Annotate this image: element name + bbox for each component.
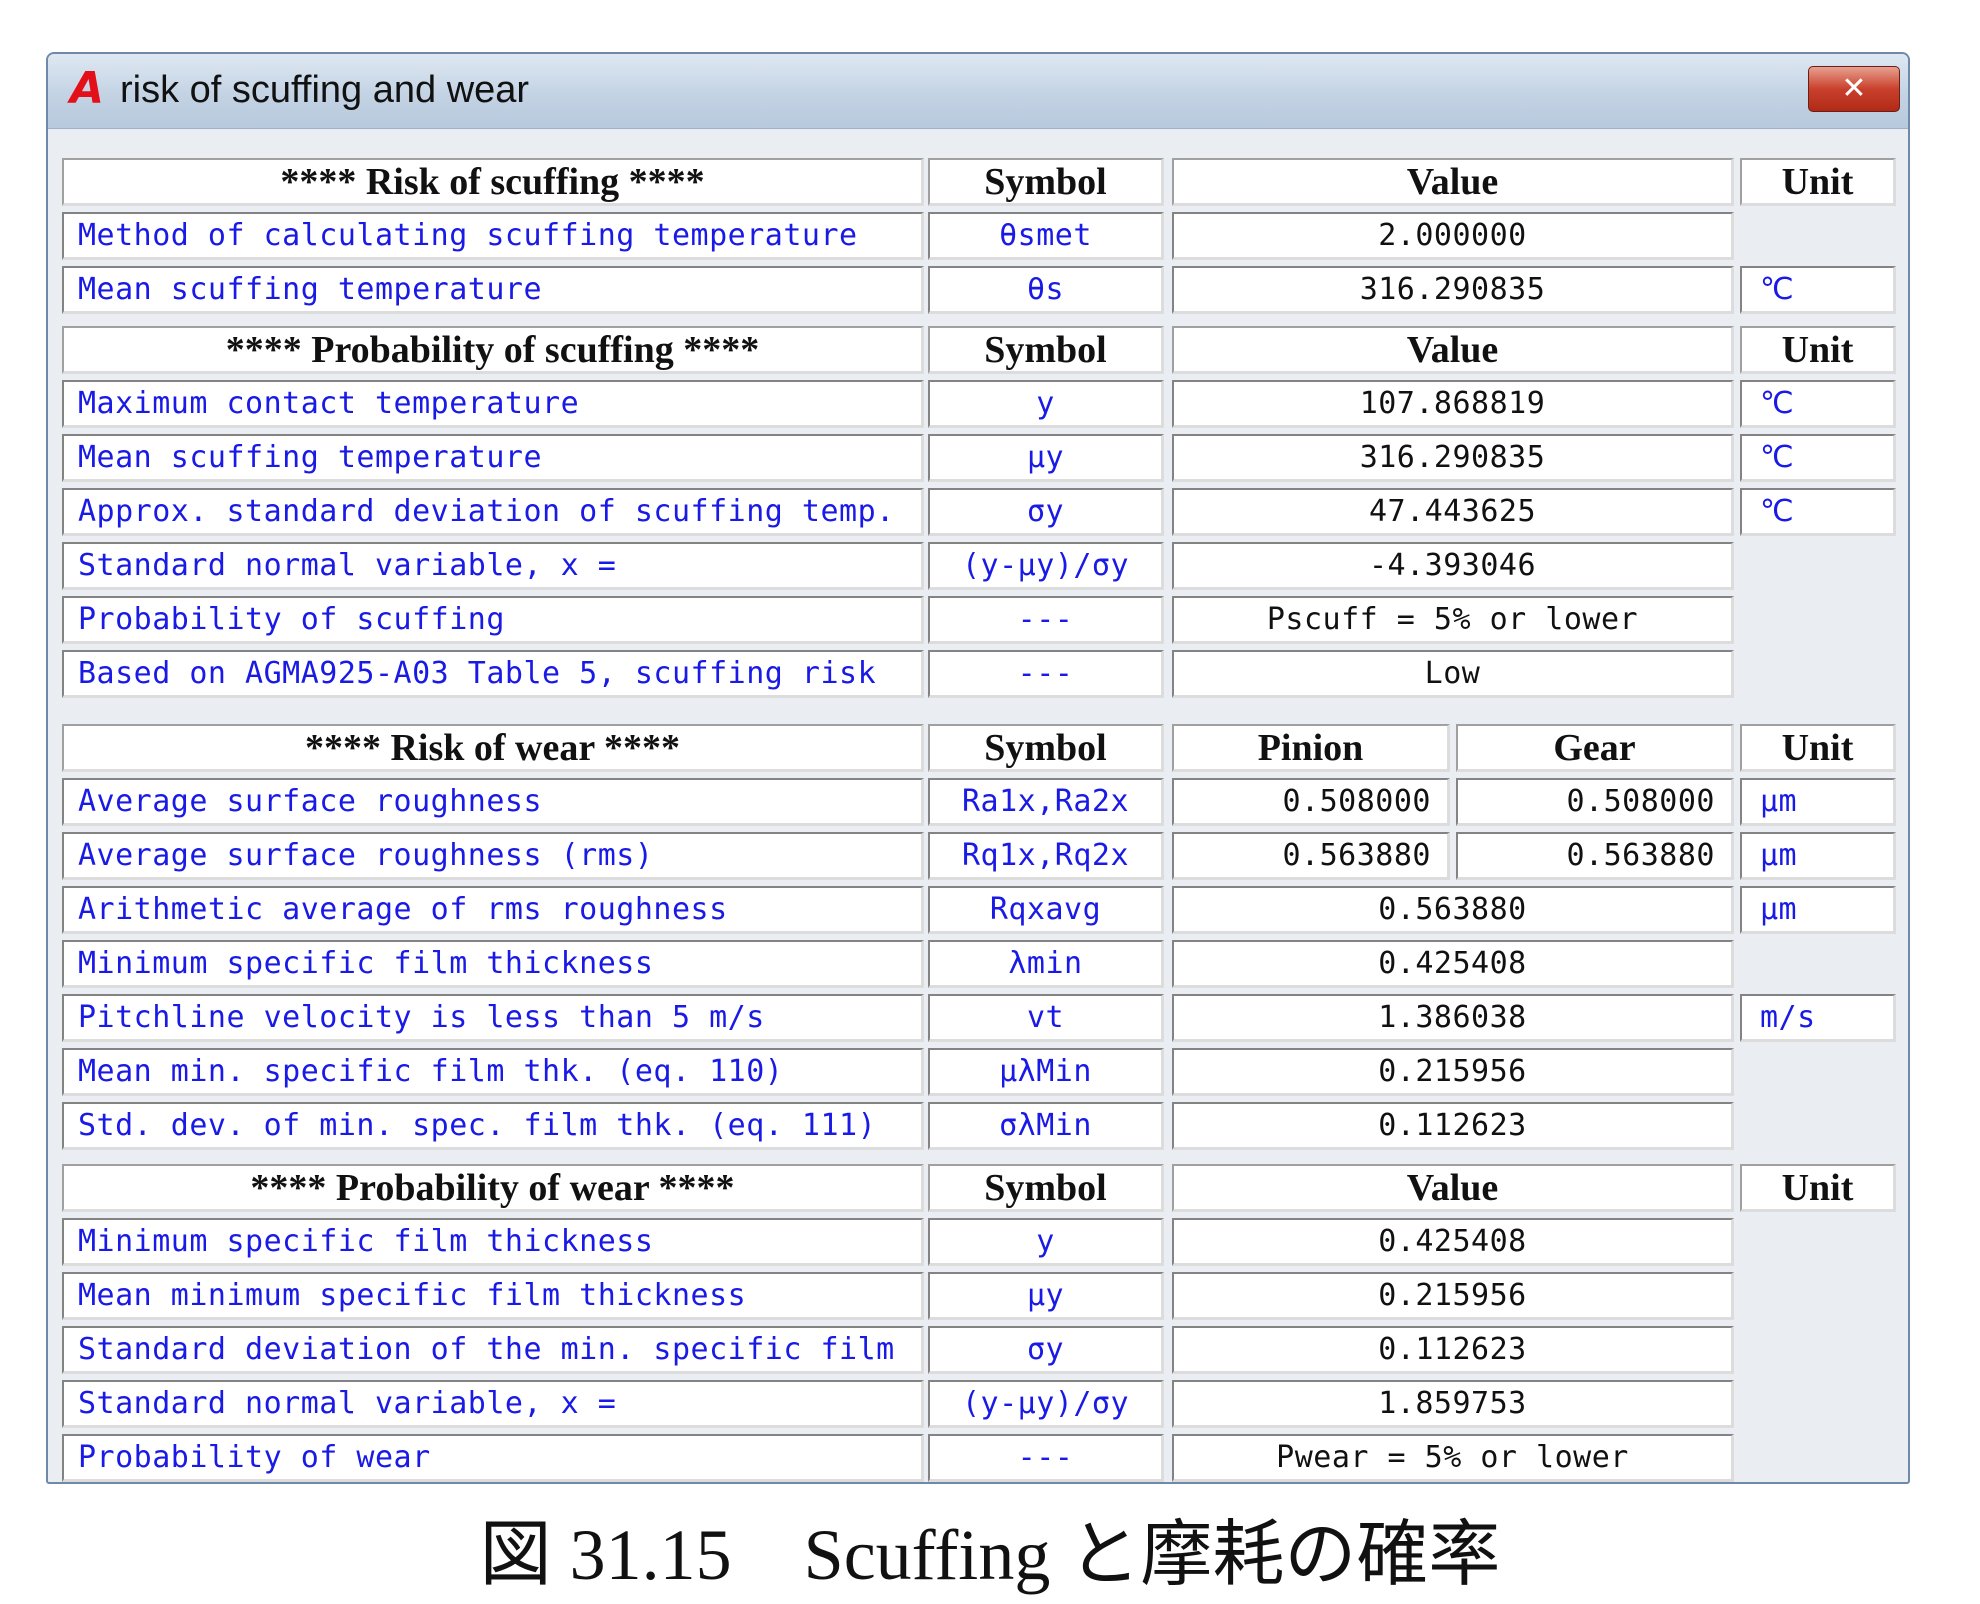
row-label: Average surface roughness (rms) bbox=[78, 838, 654, 873]
row-value: 316.290835 bbox=[1359, 440, 1546, 475]
row-unit: ℃ bbox=[1760, 386, 1795, 421]
row-symbol: Rqxavg bbox=[989, 892, 1102, 927]
row-value: 0.112623 bbox=[1378, 1108, 1527, 1143]
row-label: Mean scuffing temperature bbox=[78, 272, 543, 307]
dialog-window: A risk of scuffing and wear ✕ **** Risk … bbox=[46, 52, 1910, 1484]
row-symbol: --- bbox=[1017, 602, 1074, 637]
column-header-symbol: Symbol bbox=[984, 161, 1107, 203]
row-label: Maximum contact temperature bbox=[78, 386, 580, 421]
row-symbol: λmin bbox=[1008, 946, 1083, 981]
row-symbol: θsmet bbox=[999, 218, 1092, 253]
row-value: 0.112623 bbox=[1378, 1332, 1527, 1367]
column-header-pinion: Pinion bbox=[1257, 727, 1364, 769]
column-header-value: Value bbox=[1406, 1167, 1499, 1209]
figure-caption: 図 31.15 Scuffing と摩耗の確率 bbox=[479, 1515, 1501, 1595]
row-label: Standard deviation of the min. specific … bbox=[78, 1332, 895, 1367]
column-header-unit: Unit bbox=[1781, 161, 1854, 203]
row-label: Average surface roughness bbox=[78, 784, 543, 819]
row-value: 0.215956 bbox=[1378, 1054, 1527, 1089]
section-title: **** Risk of wear **** bbox=[304, 727, 681, 769]
row-label: Minimum specific film thickness bbox=[78, 946, 654, 981]
row-unit: m/s bbox=[1760, 1000, 1816, 1035]
close-button[interactable]: ✕ bbox=[1808, 66, 1900, 112]
section-title: **** Probability of scuffing **** bbox=[225, 329, 760, 371]
row-value: 316.290835 bbox=[1359, 272, 1546, 307]
row-value: 0.425408 bbox=[1378, 1224, 1527, 1259]
row-label: Arithmetic average of rms roughness bbox=[78, 892, 728, 927]
row-pinion-value: 0.563880 bbox=[1282, 838, 1431, 873]
row-symbol: σλMin bbox=[999, 1108, 1092, 1143]
row-label: Mean min. specific film thk. (eq. 110) bbox=[78, 1054, 784, 1089]
row-symbol: (y-μy)/σy bbox=[961, 548, 1130, 583]
row-symbol: y bbox=[1036, 1224, 1055, 1259]
column-header-value: Value bbox=[1406, 161, 1499, 203]
results-panel: **** Risk of scuffing **** Symbol Value … bbox=[48, 128, 1908, 1482]
column-header-unit: Unit bbox=[1781, 727, 1854, 769]
row-unit: μm bbox=[1760, 784, 1798, 819]
row-gear-value: 0.508000 bbox=[1566, 784, 1715, 819]
row-value: -4.393046 bbox=[1368, 548, 1537, 583]
row-symbol: y bbox=[1036, 386, 1055, 421]
row-label: Minimum specific film thickness bbox=[78, 1224, 654, 1259]
column-header-symbol: Symbol bbox=[984, 329, 1107, 371]
row-unit: ℃ bbox=[1760, 272, 1795, 307]
column-header-unit: Unit bbox=[1781, 329, 1854, 371]
row-value: 1.859753 bbox=[1378, 1386, 1527, 1421]
row-symbol: Rq1x,Rq2x bbox=[961, 838, 1130, 873]
column-header-value: Value bbox=[1406, 329, 1499, 371]
row-label: Approx. standard deviation of scuffing t… bbox=[78, 494, 895, 529]
row-label: Standard normal variable, x = bbox=[78, 1386, 617, 1421]
row-symbol: --- bbox=[1017, 656, 1074, 691]
column-header-symbol: Symbol bbox=[984, 1167, 1107, 1209]
column-header-gear: Gear bbox=[1553, 727, 1636, 769]
row-unit: μm bbox=[1760, 838, 1798, 873]
row-value: 0.215956 bbox=[1378, 1278, 1527, 1313]
row-symbol: μy bbox=[1026, 440, 1065, 475]
row-pinion-value: 0.508000 bbox=[1282, 784, 1431, 819]
row-symbol: μy bbox=[1026, 1278, 1065, 1313]
window-title: risk of scuffing and wear bbox=[120, 69, 530, 111]
row-unit: ℃ bbox=[1760, 494, 1795, 529]
row-label: Based on AGMA925-A03 Table 5, scuffing r… bbox=[78, 656, 877, 691]
row-symbol: μλMin bbox=[999, 1054, 1092, 1089]
row-label: Std. dev. of min. spec. film thk. (eq. 1… bbox=[78, 1108, 877, 1143]
row-value: 107.868819 bbox=[1359, 386, 1546, 421]
row-value: 0.425408 bbox=[1378, 946, 1527, 981]
row-unit: ℃ bbox=[1760, 440, 1795, 475]
row-symbol: vt bbox=[1026, 1000, 1065, 1035]
row-value: Pscuff = 5% or lower bbox=[1266, 602, 1639, 637]
row-symbol: --- bbox=[1017, 1440, 1074, 1475]
row-label: Pitchline velocity is less than 5 m/s bbox=[78, 1000, 765, 1035]
row-value: 2.000000 bbox=[1378, 218, 1527, 253]
row-unit: μm bbox=[1760, 892, 1798, 927]
row-label: Standard normal variable, x = bbox=[78, 548, 617, 583]
row-value: Low bbox=[1424, 656, 1481, 691]
column-header-symbol: Symbol bbox=[984, 727, 1107, 769]
title-bar[interactable]: A risk of scuffing and wear ✕ bbox=[48, 54, 1908, 129]
row-value: Pwear = 5% or lower bbox=[1276, 1440, 1629, 1475]
row-symbol: (y-μy)/σy bbox=[961, 1386, 1130, 1421]
row-label: Method of calculating scuffing temperatu… bbox=[78, 218, 858, 253]
app-logo-icon: A bbox=[69, 63, 105, 114]
row-value: 47.443625 bbox=[1368, 494, 1537, 529]
row-label: Mean scuffing temperature bbox=[78, 440, 543, 475]
section-title: **** Probability of wear **** bbox=[250, 1167, 735, 1209]
row-label: Probability of wear bbox=[78, 1440, 431, 1475]
row-symbol: σy bbox=[1026, 494, 1065, 529]
close-icon: ✕ bbox=[1841, 71, 1867, 106]
section-title: **** Risk of scuffing **** bbox=[280, 161, 705, 203]
row-gear-value: 0.563880 bbox=[1566, 838, 1715, 873]
row-label: Probability of scuffing bbox=[78, 602, 505, 637]
row-symbol: θs bbox=[1026, 272, 1065, 307]
row-symbol: Ra1x,Ra2x bbox=[961, 784, 1130, 819]
row-value: 1.386038 bbox=[1378, 1000, 1527, 1035]
row-value: 0.563880 bbox=[1378, 892, 1527, 927]
row-symbol: σy bbox=[1026, 1332, 1065, 1367]
column-header-unit: Unit bbox=[1781, 1167, 1854, 1209]
row-label: Mean minimum specific film thickness bbox=[78, 1278, 747, 1313]
